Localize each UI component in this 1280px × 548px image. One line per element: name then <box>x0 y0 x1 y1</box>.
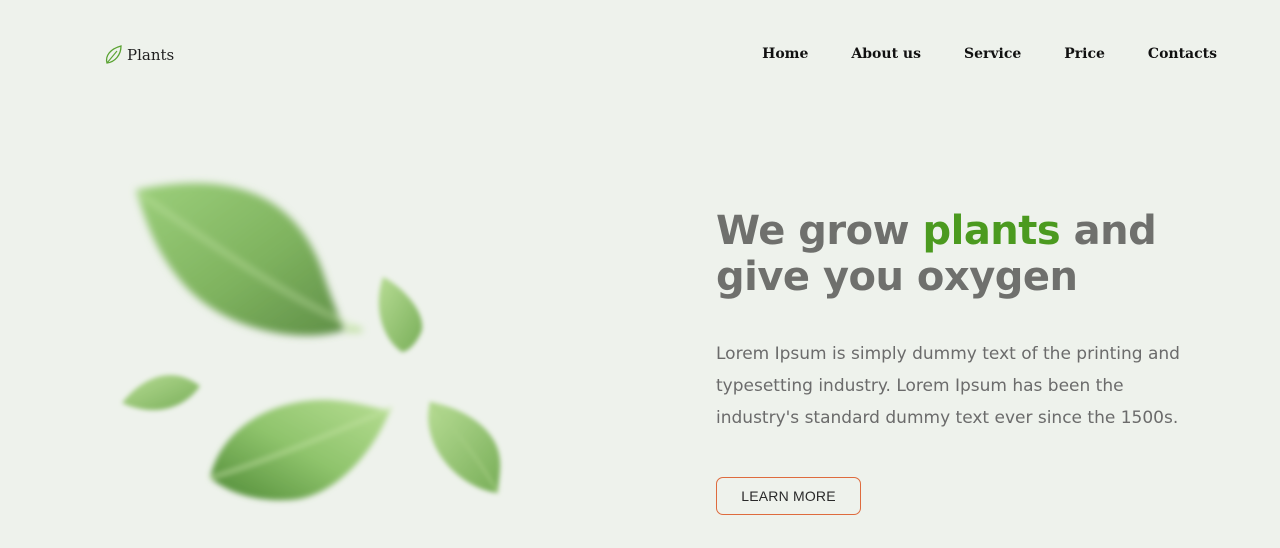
landing-page: Plants Home About us Service Price Conta… <box>0 0 1280 548</box>
leaf-right <box>428 401 501 494</box>
hero-title-accent: plants <box>922 208 1061 254</box>
leaf-small-upper <box>378 277 423 352</box>
leaf-large <box>136 183 363 336</box>
hero-leaves-image <box>122 183 501 501</box>
nav-item-price[interactable]: Price <box>1064 46 1105 62</box>
brand-name: Plants <box>127 46 175 64</box>
nav-item-contacts[interactable]: Contacts <box>1148 46 1217 62</box>
hero-description: Lorem Ipsum is simply dummy text of the … <box>716 344 1180 428</box>
main-nav: Home About us Service Price Contacts <box>762 46 1217 62</box>
nav-item-home[interactable]: Home <box>762 46 808 62</box>
learn-more-button[interactable]: LEARN MORE <box>716 477 861 515</box>
nav-item-about-us[interactable]: About us <box>851 46 921 62</box>
brand-logo[interactable]: Plants <box>104 44 174 66</box>
hero-title: We grow plants and give you oxygen <box>716 208 1236 300</box>
hero-title-prefix: We grow <box>716 208 923 254</box>
leaf-icon <box>105 45 122 64</box>
nav-item-service[interactable]: Service <box>964 46 1021 62</box>
leaf-small-left <box>122 375 200 411</box>
leaf-medium-bottom <box>209 399 393 501</box>
